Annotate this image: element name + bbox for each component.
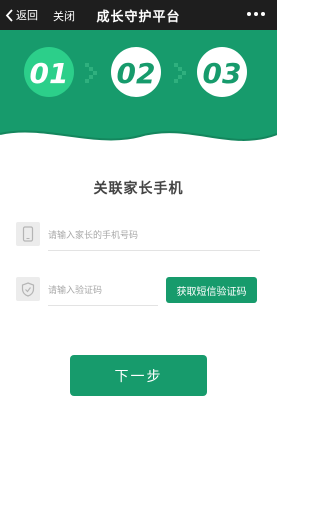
page-title: 成长守护平台 <box>96 10 181 25</box>
shield-check-icon <box>16 277 40 301</box>
step-1-indicator: 01 <box>24 47 74 97</box>
phone-row: 请输入家长的手机号码 <box>16 222 261 251</box>
step-2-label: 02 <box>117 57 156 90</box>
verify-code-row: 请输入验证码 获取短信验证码 <box>16 277 261 306</box>
step-2-indicator: 02 <box>111 47 161 97</box>
more-menu-icon[interactable] <box>247 12 265 16</box>
nav-bar: 返回 关闭 成长守护平台 <box>0 0 277 30</box>
form-heading: 关联家长手机 <box>93 181 184 197</box>
get-sms-code-button[interactable]: 获取短信验证码 <box>166 277 257 303</box>
step-3-label: 03 <box>203 57 242 90</box>
step-3-indicator: 03 <box>197 47 247 97</box>
next-step-button[interactable]: 下一步 <box>70 355 207 396</box>
step-1-label: 01 <box>30 57 69 90</box>
phone-icon <box>16 222 40 246</box>
parent-phone-input[interactable]: 请输入家长的手机号码 <box>48 222 260 251</box>
steps-banner: 01 02 03 <box>0 30 277 141</box>
verify-code-input[interactable]: 请输入验证码 <box>48 277 158 306</box>
